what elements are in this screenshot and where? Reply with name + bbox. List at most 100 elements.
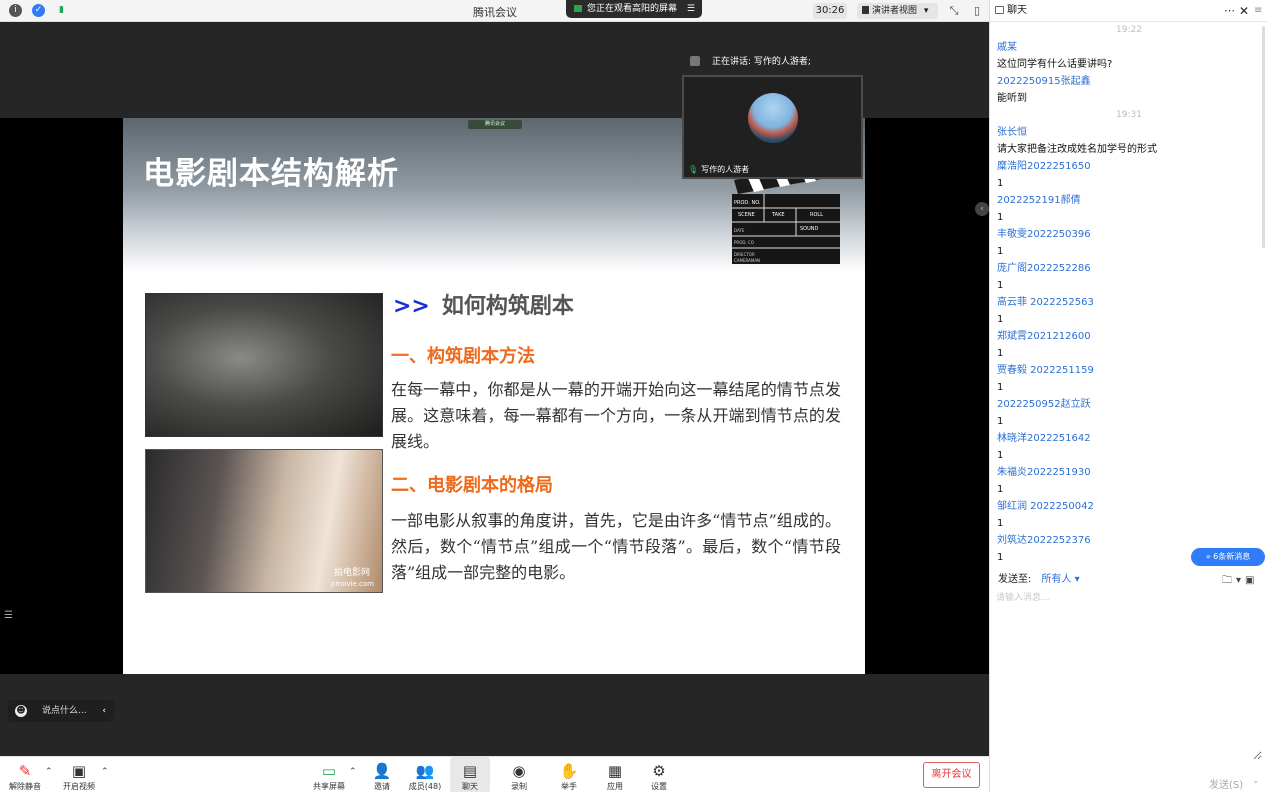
share-banner-text: 您正在观看高阳的屏幕 [587, 4, 678, 14]
send-to-selector[interactable]: 发送至: 所有人 ▾ [998, 572, 1080, 588]
chat-scrollbar[interactable] [1262, 26, 1265, 248]
chat-label: 聊天 [462, 782, 478, 791]
share-screen-icon: ▭ [321, 762, 337, 780]
chevron-left-icon[interactable]: ‹ [102, 700, 106, 722]
info-icon[interactable]: i [9, 4, 22, 17]
record-button[interactable]: ◉ 录制 [505, 757, 533, 792]
chat-sender[interactable]: 林晓洋2022251642 [990, 430, 1267, 447]
heading-text: 如何构筑剧本 [441, 294, 574, 319]
view-mode-label: 演讲者视图 [872, 6, 918, 16]
chat-sender[interactable]: 2022250952赵立跃 [990, 396, 1267, 413]
chevron-up-icon[interactable]: ⌃ [45, 767, 53, 777]
chat-sender[interactable]: 高云菲 2022252563 [990, 294, 1267, 311]
chat-message: 能听到 [997, 93, 1027, 104]
share-banner[interactable]: 您正在观看高阳的屏幕 ☰ [566, 0, 702, 18]
chat-sender[interactable]: 糜浩阳2022251650 [990, 158, 1267, 175]
participant-name: 🎙 写作的人游者 [688, 164, 749, 175]
clapper-label: PROD. NO. [734, 200, 761, 206]
chat-timestamp: 19:22 [1116, 25, 1142, 35]
folder-icon[interactable]: 🗀 [1222, 575, 1232, 586]
slide-title: 电影剧本结构解析 [143, 156, 399, 192]
chat-sender[interactable]: 庞广阁2022252286 [990, 260, 1267, 277]
chevron-up-icon[interactable]: ⌃ [349, 767, 357, 777]
chat-message-list[interactable]: 19:22 戚某 这位同学有什么话要讲吗? 2022250915张起鑫 能听到 19:31… [990, 22, 1267, 570]
raise-hand-label: 举手 [561, 782, 577, 791]
raise-hand-button[interactable]: ✋ 举手 [555, 757, 583, 792]
screen-share-icon [574, 5, 582, 12]
chat-message: 1 [997, 280, 1004, 291]
heading-arrows: >> [393, 294, 430, 319]
fullscreen-icon[interactable]: ⤡ [947, 4, 961, 18]
invite-button[interactable]: 👤 邀请 [368, 757, 396, 792]
clapper-label: SCENE [738, 212, 755, 218]
menu-icon[interactable]: ≡ [1254, 0, 1262, 22]
start-video-label: 开启视频 [63, 782, 95, 791]
leave-meeting-button[interactable]: 离开会议 [923, 762, 980, 788]
signal-icon[interactable]: ▮ [55, 4, 68, 17]
send-button[interactable]: 发送(S) [1209, 776, 1243, 791]
participant-video-tile[interactable]: 🎙 写作的人游者 [682, 75, 863, 179]
speaker-avatar [690, 56, 700, 66]
unmute-button[interactable]: ✎ 解除静音 [8, 757, 42, 792]
chat-header: 聊天 ⋯ ✕ ≡ [990, 0, 1267, 22]
apps-button[interactable]: ▦ 应用 [601, 757, 629, 792]
screenshot-icon[interactable]: ▣ [1245, 575, 1254, 586]
chat-sender[interactable]: 郑斌霄2021212600 [990, 328, 1267, 345]
chevron-down-icon[interactable]: ⌄ [1252, 776, 1260, 786]
chat-sender[interactable]: 贾春毅 2022251159 [990, 362, 1267, 379]
chat-message: 1 [997, 518, 1004, 529]
share-screen-button[interactable]: ▭ 共享屏幕 [310, 757, 348, 792]
chat-message: 1 [997, 212, 1004, 223]
members-icon: 👥 [415, 762, 435, 780]
chat-message: 1 [997, 484, 1004, 495]
share-screen-label: 共享屏幕 [313, 782, 345, 791]
shared-screen-area: 腾讯会议 电影剧本结构解析 PROD. NO. SCENE TAKE ROLL … [0, 22, 989, 756]
chat-message: 请大家把备注改成姓名加学号的形式 [997, 144, 1157, 155]
chevron-up-icon[interactable]: ⌃ [101, 767, 109, 777]
chat-sender[interactable]: 戚某 [990, 39, 1267, 56]
chat-sender[interactable]: 张长恒 [990, 124, 1267, 141]
sidebar-toggle-icon[interactable]: ▯ [970, 4, 984, 18]
chat-sender[interactable]: 2022250915张起鑫 [990, 73, 1267, 90]
chat-sender[interactable]: 2022252191郝倩 [990, 192, 1267, 209]
list-handle-icon[interactable]: ☰ [4, 610, 13, 621]
reaction-input[interactable]: ☻ 说点什么... ‹ [8, 700, 114, 722]
chat-message: 1 [997, 314, 1004, 325]
menu-icon[interactable]: ☰ [687, 0, 695, 18]
clapper-label: TAKE [771, 212, 785, 218]
new-messages-button[interactable]: » 6条新消息 [1191, 548, 1265, 566]
hand-icon: ✋ [559, 762, 579, 780]
chevron-down-icon[interactable]: ▾ [1236, 575, 1241, 586]
shield-icon[interactable]: ✓ [32, 4, 45, 17]
image-watermark: 拍电影网 [333, 568, 370, 578]
members-button[interactable]: 👥 成员(48) [407, 757, 443, 792]
send-to-label: 发送至: [998, 574, 1032, 585]
chat-sender[interactable]: 刘筑达2022252376 [990, 532, 1267, 549]
send-to-value[interactable]: 所有人 [1041, 574, 1071, 585]
chat-tools: 🗀 ▾ ▣ [1222, 573, 1254, 590]
chat-icon: ▤ [462, 762, 478, 780]
chevron-left-icon[interactable]: ‹ [975, 202, 989, 216]
clapper-label: DIRECTOR [734, 252, 755, 257]
chat-sender[interactable]: 朱福炎2022251930 [990, 464, 1267, 481]
more-icon[interactable]: ⋯ [1224, 0, 1235, 22]
camera-off-icon: ▣ [71, 762, 87, 780]
chat-sender[interactable]: 丰敬雯2022250396 [990, 226, 1267, 243]
layout-icon [862, 6, 869, 14]
image-watermark-url: pmovie.com [330, 580, 374, 588]
chat-button[interactable]: ▤ 聊天 [450, 757, 490, 792]
participant-name-text: 写作的人游者 [701, 165, 750, 174]
start-video-button[interactable]: ▣ 开启视频 [60, 757, 98, 792]
close-icon[interactable]: ✕ [1239, 0, 1249, 22]
chat-input[interactable] [996, 590, 1262, 760]
chat-message: 1 [997, 246, 1004, 257]
settings-button[interactable]: ⚙ 设置 [645, 757, 673, 792]
chat-icon [995, 6, 1004, 14]
chat-timestamp: 19:31 [1116, 110, 1142, 120]
active-speaker-text: 正在讲话: 写作的人游者; [712, 57, 811, 67]
view-mode-button[interactable]: 演讲者视图 ▾ [857, 3, 938, 19]
settings-label: 设置 [651, 782, 667, 791]
emoji-icon[interactable]: ☻ [15, 705, 27, 717]
chat-sender[interactable]: 邹红润 2022250042 [990, 498, 1267, 515]
unmute-label: 解除静音 [9, 782, 41, 791]
